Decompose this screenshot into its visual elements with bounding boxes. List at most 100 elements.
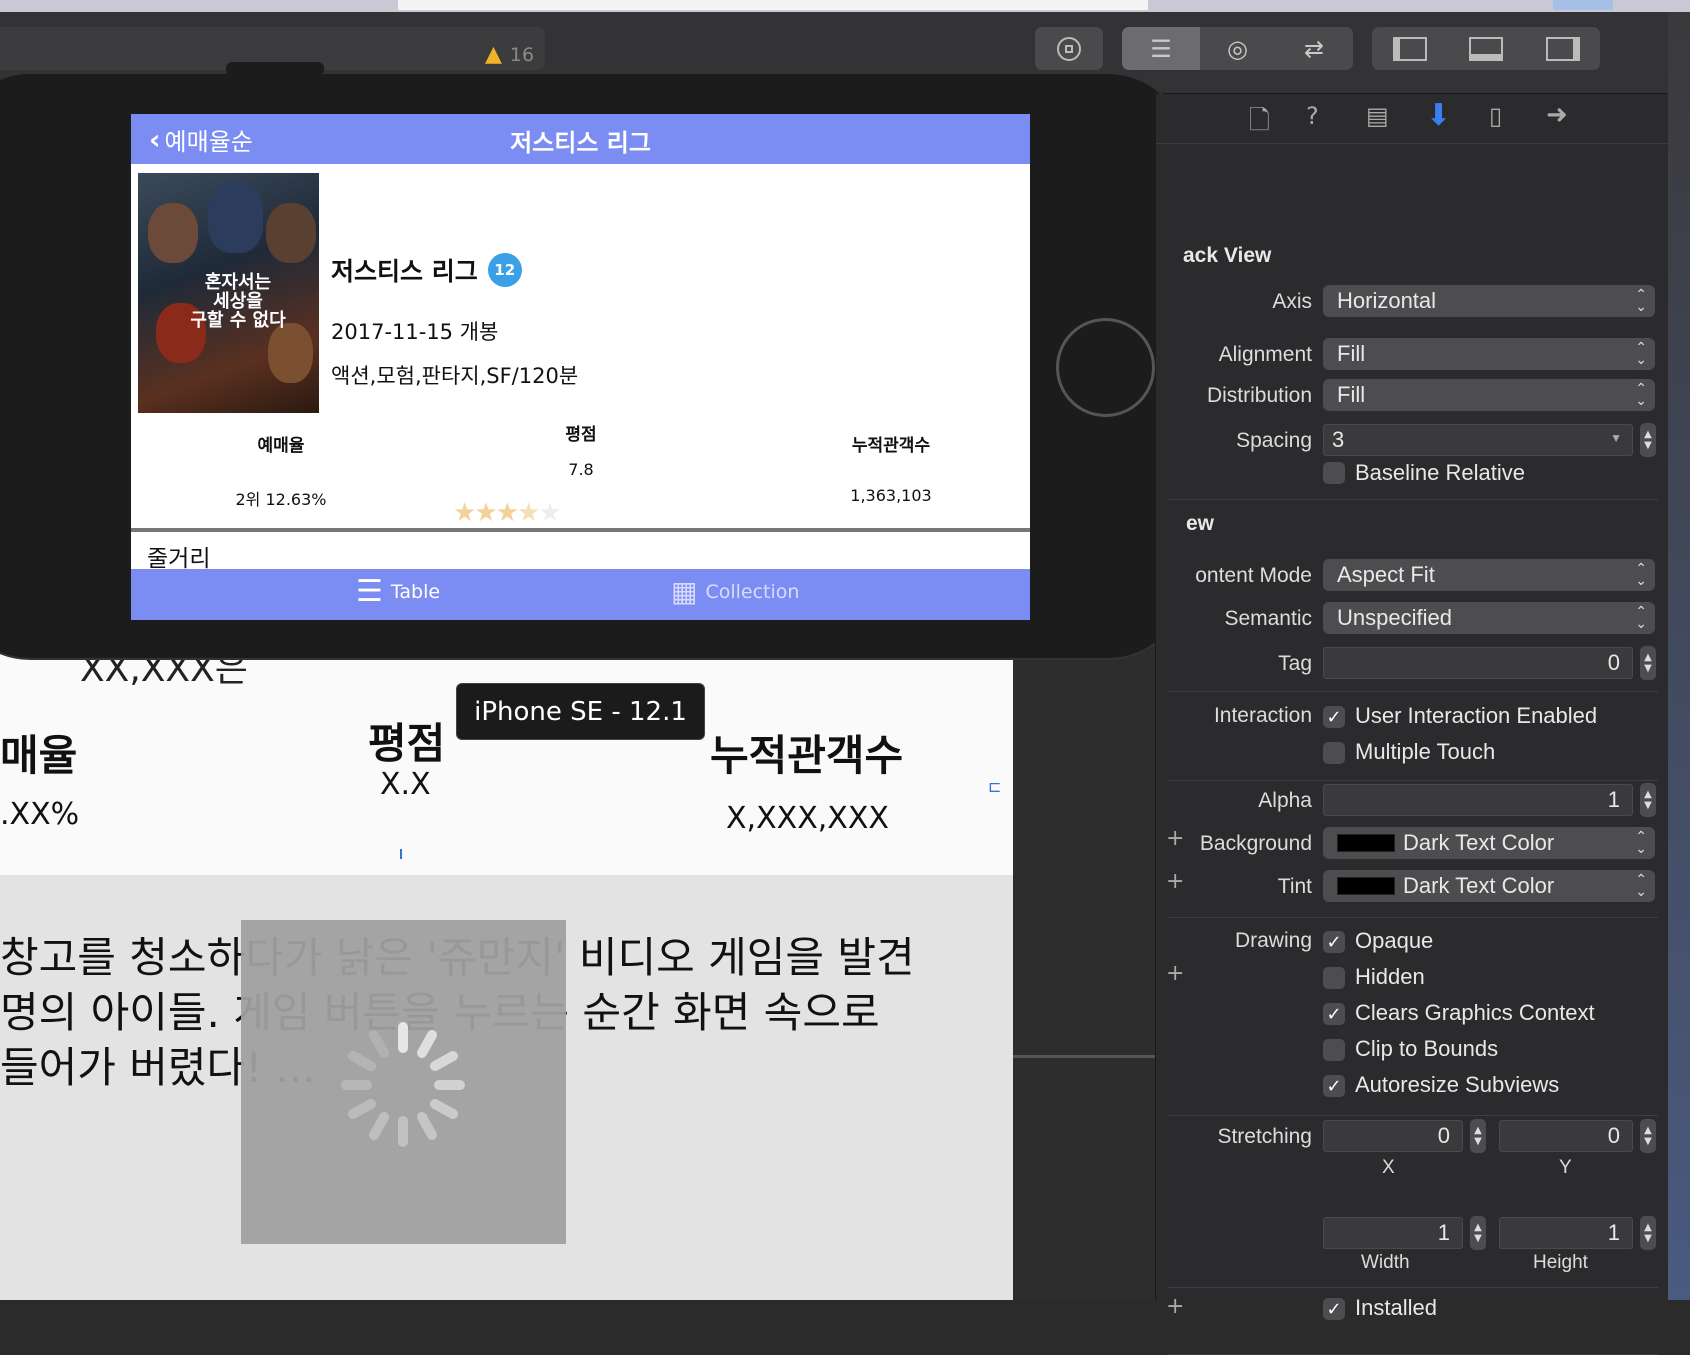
multiple-touch-checkbox[interactable]: [1323, 742, 1345, 764]
rating-stars: ★★★★★: [453, 498, 562, 528]
bottom-panel-icon: [1469, 36, 1503, 61]
section-stack-view: ack View: [1183, 244, 1272, 267]
tag-label: Tag: [1278, 652, 1312, 675]
checkmark-icon: ✓: [1326, 931, 1342, 953]
color-swatch: [1337, 877, 1395, 895]
distribution-label: Distribution: [1206, 384, 1312, 407]
color-swatch: [1337, 834, 1395, 852]
baseline-relative-checkbox[interactable]: [1323, 462, 1345, 484]
tint-value: Dark Text Color: [1403, 873, 1555, 898]
background-value: Dark Text Color: [1403, 830, 1555, 855]
stop-icon: [1057, 36, 1081, 61]
stretch-height-stepper[interactable]: ▲ ▼: [1640, 1216, 1656, 1250]
debug-toggle-button[interactable]: [1447, 27, 1525, 70]
storyboard-audience-heading: 누적관객수: [710, 731, 904, 780]
stretching-label: Stretching: [1217, 1125, 1312, 1148]
tag-field[interactable]: 0: [1323, 647, 1633, 679]
tab-table[interactable]: ☰ Table: [356, 577, 440, 607]
background-window-edge: [1668, 12, 1690, 1300]
warning-indicator[interactable]: ▲ 16: [485, 42, 534, 67]
stop-button[interactable]: [1035, 27, 1103, 70]
assistant-editor-button[interactable]: ◎: [1200, 27, 1275, 70]
stretch-y-field[interactable]: 0: [1499, 1120, 1633, 1152]
tab-table-label: Table: [390, 581, 441, 603]
identity-inspector-icon[interactable]: ▤: [1366, 102, 1389, 130]
axis-value: Horizontal: [1337, 288, 1437, 313]
version-editor-button[interactable]: ⇄: [1275, 27, 1353, 70]
warning-icon: ▲: [485, 42, 502, 67]
autoresize-subviews-label: Autoresize Subviews: [1355, 1072, 1560, 1097]
add-variation-icon[interactable]: +: [1166, 826, 1184, 851]
stretch-width-field[interactable]: 1: [1323, 1217, 1463, 1249]
overlap-circles-icon: ◎: [1227, 34, 1248, 63]
size-inspector-icon[interactable]: ▯: [1489, 102, 1502, 130]
up-down-chevron-icon: ⌃ ⌄: [1635, 603, 1647, 631]
stretch-x-field[interactable]: 0: [1323, 1120, 1463, 1152]
tab-collection-label: Collection: [705, 581, 800, 603]
content-mode-popup[interactable]: Aspect Fit ⌃ ⌄: [1323, 559, 1655, 591]
checkmark-icon: ✓: [1326, 1003, 1342, 1025]
standard-editor-button[interactable]: ☰: [1122, 27, 1200, 70]
opaque-checkbox[interactable]: ✓: [1323, 931, 1345, 953]
background-label: Background: [1199, 832, 1312, 855]
synopsis-label: 줄거리: [147, 546, 211, 572]
autoresize-subviews-checkbox[interactable]: ✓: [1323, 1075, 1345, 1097]
navigator-toggle-button[interactable]: [1372, 27, 1447, 70]
help-inspector-icon[interactable]: ?: [1306, 102, 1319, 130]
storyboard-rate-value: .XX%: [0, 797, 80, 832]
connections-inspector-icon[interactable]: ➜: [1546, 100, 1568, 130]
poster-figure: [266, 203, 316, 263]
home-button[interactable]: [1056, 318, 1155, 417]
stretch-height-field[interactable]: 1: [1499, 1217, 1633, 1249]
semantic-popup[interactable]: Unspecified ⌃ ⌄: [1323, 602, 1655, 634]
add-variation-icon[interactable]: +: [1166, 869, 1184, 894]
axis-label: Axis: [1272, 290, 1312, 313]
user-interaction-checkbox[interactable]: ✓: [1323, 706, 1345, 728]
alpha-label: Alpha: [1258, 789, 1312, 812]
dropdown-arrow-icon[interactable]: ▼: [1610, 431, 1622, 445]
background-popup[interactable]: Dark Text Color ⌃ ⌄: [1323, 827, 1655, 859]
movie-poster[interactable]: 혼자서는 세상을 구할 수 없다: [138, 173, 319, 413]
stretch-x-stepper[interactable]: ▲ ▼: [1470, 1119, 1486, 1153]
spinner-icon: [341, 1022, 465, 1147]
alpha-stepper[interactable]: ▲ ▼: [1640, 783, 1656, 817]
attributes-inspector-icon[interactable]: ⬇: [1426, 98, 1451, 133]
spacing-field[interactable]: 3 ▼: [1323, 424, 1633, 456]
stat-score-value: 7.8: [568, 460, 594, 479]
file-inspector-icon[interactable]: 🗋: [1249, 102, 1270, 146]
alignment-label: Alignment: [1218, 343, 1312, 366]
add-variation-icon[interactable]: +: [1166, 961, 1184, 986]
star-icon: ★: [474, 498, 497, 528]
distribution-popup[interactable]: Fill ⌃ ⌄: [1323, 379, 1655, 411]
separator: [1168, 691, 1658, 692]
stretch-width-caption: Width: [1361, 1252, 1410, 1273]
drawing-label: Drawing: [1234, 929, 1312, 952]
tag-stepper[interactable]: ▲ ▼: [1640, 646, 1656, 680]
installed-checkbox[interactable]: ✓: [1323, 1298, 1345, 1320]
up-down-chevron-icon: ⌃ ⌄: [1635, 380, 1647, 408]
tab-collection[interactable]: ▦ Collection: [671, 577, 799, 607]
device-button: [226, 62, 324, 76]
stat-score-label: 평점: [565, 425, 597, 445]
interaction-label: Interaction: [1213, 704, 1312, 727]
movie-title-row: 저스티스 리그 12: [331, 252, 522, 288]
grid-icon: ▦: [671, 575, 698, 608]
clears-graphics-label: Clears Graphics Context: [1355, 1000, 1595, 1025]
add-variation-icon[interactable]: +: [1166, 1294, 1184, 1319]
device-name-tooltip: iPhone SE - 12.1: [456, 683, 705, 740]
up-down-chevron-icon: ⌃ ⌄: [1635, 828, 1647, 856]
stretch-y-stepper[interactable]: ▲ ▼: [1640, 1119, 1656, 1153]
spacing-stepper[interactable]: ▲ ▼: [1640, 423, 1656, 457]
clip-to-bounds-checkbox[interactable]: [1323, 1039, 1345, 1061]
up-down-chevron-icon: ⌃ ⌄: [1635, 339, 1647, 367]
activity-indicator-view[interactable]: [241, 920, 566, 1244]
alignment-popup[interactable]: Fill ⌃ ⌄: [1323, 338, 1655, 370]
utilities-toggle-button[interactable]: [1525, 27, 1600, 70]
clears-graphics-checkbox[interactable]: ✓: [1323, 1003, 1345, 1025]
resize-handle-icon[interactable]: ⊏: [988, 777, 1001, 796]
stretch-width-stepper[interactable]: ▲ ▼: [1470, 1216, 1486, 1250]
tint-popup[interactable]: Dark Text Color ⌃ ⌄: [1323, 870, 1655, 902]
alpha-field[interactable]: 1: [1323, 784, 1633, 816]
hidden-checkbox[interactable]: [1323, 967, 1345, 989]
axis-popup[interactable]: Horizontal ⌃ ⌄: [1323, 285, 1655, 317]
